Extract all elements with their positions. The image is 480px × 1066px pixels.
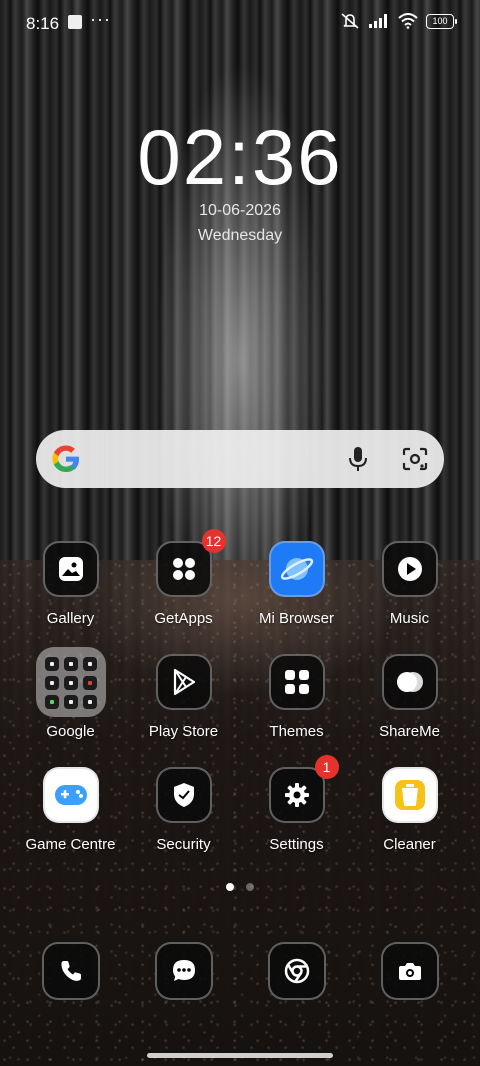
clock-widget-day: Wednesday	[197, 227, 283, 244]
app-label: Settings	[269, 836, 324, 853]
notification-badge: 1	[314, 755, 339, 779]
gallery-icon	[42, 541, 99, 597]
mi-browser-icon	[268, 541, 325, 597]
google-search-bar[interactable]	[36, 430, 444, 488]
game-centre-icon	[42, 767, 99, 823]
phone-icon	[41, 942, 100, 1000]
app-cleaner[interactable]: Cleaner	[353, 767, 466, 853]
status-time: 8:16	[26, 14, 60, 33]
lens-icon[interactable]	[402, 447, 428, 471]
app-label: Gallery	[46, 610, 95, 627]
app-getapps[interactable]: 12 GetApps	[127, 529, 240, 627]
silent-icon	[341, 13, 359, 29]
dock-phone[interactable]	[14, 942, 127, 1000]
app-label: Mi Browser	[258, 610, 334, 627]
app-settings[interactable]: 1 Settings	[240, 755, 353, 853]
cleaner-icon	[381, 767, 438, 823]
shareme-icon	[381, 654, 438, 710]
security-icon	[155, 767, 212, 823]
notification-badge: 12	[201, 529, 226, 553]
signal-icon	[369, 14, 387, 28]
app-label: Themes	[269, 723, 324, 740]
app-game-centre[interactable]: Game Centre	[14, 767, 127, 853]
clock-widget-time[interactable]: 02:36	[0, 112, 480, 203]
app-label: Google	[46, 723, 95, 740]
chrome-icon	[267, 942, 326, 1000]
more-dots-icon: ···	[90, 9, 111, 29]
themes-icon	[268, 654, 325, 710]
app-label: Music	[389, 610, 430, 627]
dock-chrome[interactable]	[240, 942, 353, 1000]
page-indicator	[0, 883, 480, 891]
app-label: ShareMe	[379, 723, 440, 740]
square-icon	[68, 15, 82, 29]
app-label: GetApps	[154, 610, 213, 627]
mic-icon[interactable]	[348, 446, 368, 472]
app-label: Play Store	[148, 723, 219, 740]
app-security[interactable]: Security	[127, 767, 240, 853]
getapps-icon: 12	[155, 529, 226, 597]
clock-widget-date: 10-06-2026	[199, 202, 281, 219]
page-dot-active	[226, 883, 234, 891]
dock-camera[interactable]	[353, 942, 466, 1000]
app-shareme[interactable]: ShareMe	[353, 654, 466, 740]
google-g-icon	[52, 445, 79, 472]
home-indicator-bar[interactable]	[147, 1053, 333, 1058]
settings-icon: 1	[268, 755, 339, 823]
camera-icon	[380, 942, 439, 1000]
app-label: Security	[156, 836, 211, 853]
page-dot	[246, 883, 254, 891]
play-store-icon	[155, 654, 212, 710]
folder-icon	[35, 647, 106, 717]
app-music[interactable]: Music	[353, 541, 466, 627]
app-mi-browser[interactable]: Mi Browser	[240, 541, 353, 627]
battery-icon: 100	[426, 13, 457, 29]
messages-icon	[154, 942, 213, 1000]
app-gallery[interactable]: Gallery	[14, 541, 127, 627]
app-label: Cleaner	[383, 836, 436, 853]
app-themes[interactable]: Themes	[240, 654, 353, 740]
app-play-store[interactable]: Play Store	[127, 654, 240, 740]
folder-google[interactable]: Google	[14, 647, 127, 740]
dock-messages[interactable]	[127, 942, 240, 1000]
music-icon	[381, 541, 438, 597]
status-bar: 8:16 ··· 100	[0, 0, 480, 46]
wifi-icon	[398, 13, 418, 29]
app-label: Game Centre	[25, 836, 116, 853]
